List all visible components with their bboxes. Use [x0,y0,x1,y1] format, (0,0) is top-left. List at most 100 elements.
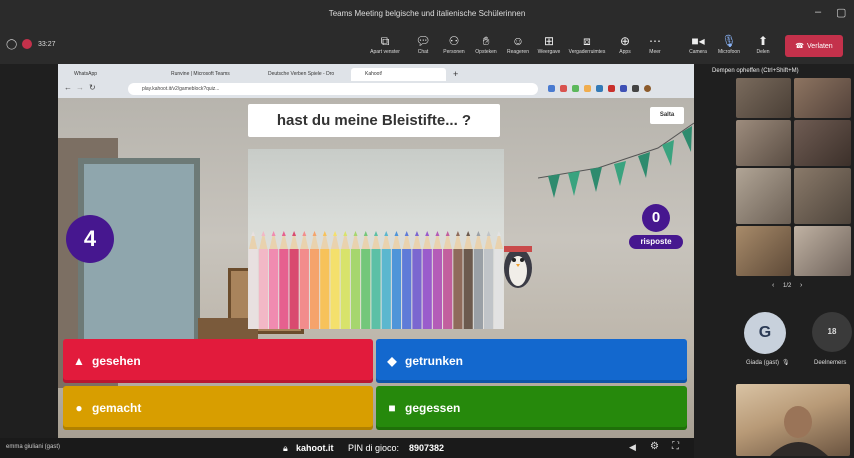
tab-kahoot[interactable]: Kahoot! [351,68,446,81]
participants-panel: Dempen opheffen (Ctrl+Shift+M) ‹ 1/2 › G… [694,64,854,458]
answer-green-button[interactable]: ■ gegessen [376,386,687,430]
rooms-button[interactable]: ⧈ Vergaderruimtes [565,33,609,55]
answer-text: gesehen [92,354,141,368]
kahoot-url: kahoot.it [296,443,334,453]
people-icon: ⚇ [448,34,460,48]
question-image [248,149,504,329]
minimize-icon[interactable]: – [815,6,821,18]
participant-video[interactable] [794,168,851,224]
countdown-timer: 4 [66,215,114,263]
settings-icon[interactable]: ⚙︎ [650,441,659,452]
pencil-body [432,249,443,329]
tab-whatsapp[interactable]: WhatsApp [60,68,155,81]
pencil-lead [322,231,327,236]
pencil-lead [261,231,266,236]
popout-button[interactable]: ⧉ Apart venster [367,33,403,55]
answer-red-button[interactable]: ▲ gesehen [63,339,373,383]
extension-icon[interactable] [560,85,567,92]
rooms-icon: ⧈ [583,34,591,48]
window-title: Teams Meeting belgische und italienische… [328,9,526,18]
meeting-timer: 33:27 [38,41,56,48]
shield-icon: ◯ [6,39,18,50]
question-title: hast du meine Bleistifte... ? [248,104,500,137]
skip-button[interactable]: Salta [650,107,684,124]
pencil-lead [302,231,307,236]
pencil-body [258,249,268,329]
microphone-button[interactable]: 🎙︎ Microfoon [711,33,747,55]
pencil-body [340,249,350,329]
back-icon[interactable]: ← [64,83,72,92]
tab-verben[interactable]: Deutsche Verben Spiele - Dro [254,68,349,81]
game-status-bar: emma giuliani (gast) 🔒︎ kahoot.it PIN di… [0,438,694,458]
browser-chrome: WhatsApp Runvine | Microsoft Teams Deuts… [58,64,694,98]
square-icon: ■ [388,401,396,415]
reload-icon[interactable]: ↻ [89,83,96,92]
maximize-icon[interactable]: ▢ [836,6,846,19]
participant-video[interactable] [794,120,851,166]
forward-icon[interactable]: → [76,83,84,92]
self-video[interactable] [736,384,850,456]
extension-icon[interactable] [608,85,615,92]
pencil-lead [384,231,389,236]
phone-icon: ☎ [795,43,805,50]
raise-hand-button[interactable]: ✋︎ Opsteken [468,33,504,55]
participant-video[interactable] [794,78,851,118]
pencil-body [279,249,289,329]
participant-video[interactable] [736,168,791,224]
answer-yellow-button[interactable]: ● gemacht [63,386,373,430]
tab-teams[interactable]: Runvine | Microsoft Teams [157,68,252,81]
pencil-lead [414,231,419,236]
pager-next-icon[interactable]: › [800,282,802,289]
answer-blue-button[interactable]: ◆ getrunken [376,339,687,383]
pencil-lead [363,231,368,236]
bunting-decoration [538,122,694,198]
pager-prev-icon[interactable]: ‹ [772,282,774,289]
people-button[interactable]: ⚇ Personen [436,33,472,55]
kahoot-game: hast du meine Bleistifte... ? Salta 4 0 … [58,98,694,450]
pencil-body [473,249,484,329]
pencil-body [422,249,432,329]
diamond-icon: ◆ [387,354,397,368]
extension-icon[interactable] [596,85,603,92]
others-count[interactable]: 18 [812,312,852,352]
others-label: Deelnemers [814,360,847,366]
pencil-body [350,249,361,329]
pencil-lead [455,231,460,236]
new-tab-icon[interactable]: + [453,69,458,79]
extension-icon[interactable] [548,85,555,92]
pencil-lead [374,231,378,236]
pager-label: 1/2 [783,283,792,289]
pencil-body [248,249,258,329]
volume-icon[interactable]: ◀︎ [629,442,636,453]
extension-icon[interactable] [572,85,579,92]
more-icon: ⋯ [649,34,661,48]
address-bar[interactable]: play.kahoot.it/v2/gameblock?quiz... [128,83,538,95]
answers-count: 0 [642,204,670,232]
extension-icon[interactable] [632,85,639,92]
presenter-name: emma giuliani (gast) [6,444,61,450]
participant-video[interactable] [736,78,791,118]
pencil-lead [466,231,471,236]
pencil-body [402,249,412,329]
more-button[interactable]: ⋯ Meer [637,33,673,55]
participant-video[interactable] [736,120,791,166]
view-button[interactable]: ⊞ Weergave [531,33,567,55]
pencil-body [361,249,371,329]
fullscreen-icon[interactable]: ⛶ [672,441,679,452]
pencil-lead [445,231,450,236]
avatar[interactable]: G [744,312,786,354]
extensions-bar [548,85,688,93]
share-button[interactable]: ⬆ Delen [745,33,781,55]
answers-label: risposte [629,235,683,249]
extension-icon[interactable] [620,85,627,92]
profile-icon[interactable] [644,85,651,92]
pencil-body [371,249,381,329]
pencil-body [309,249,320,329]
avatar-name: Giada (gast) [746,360,780,366]
extension-icon[interactable] [584,85,591,92]
meeting-toolbar: ◯ 33:27 ⧉ Apart venster 💬︎ Chat ⚇ Personen … [0,30,854,64]
participant-video[interactable] [736,226,791,276]
participant-video[interactable] [794,226,851,276]
leave-button[interactable]: ☎ Verlaten [785,35,843,57]
pencil-body [381,249,391,329]
